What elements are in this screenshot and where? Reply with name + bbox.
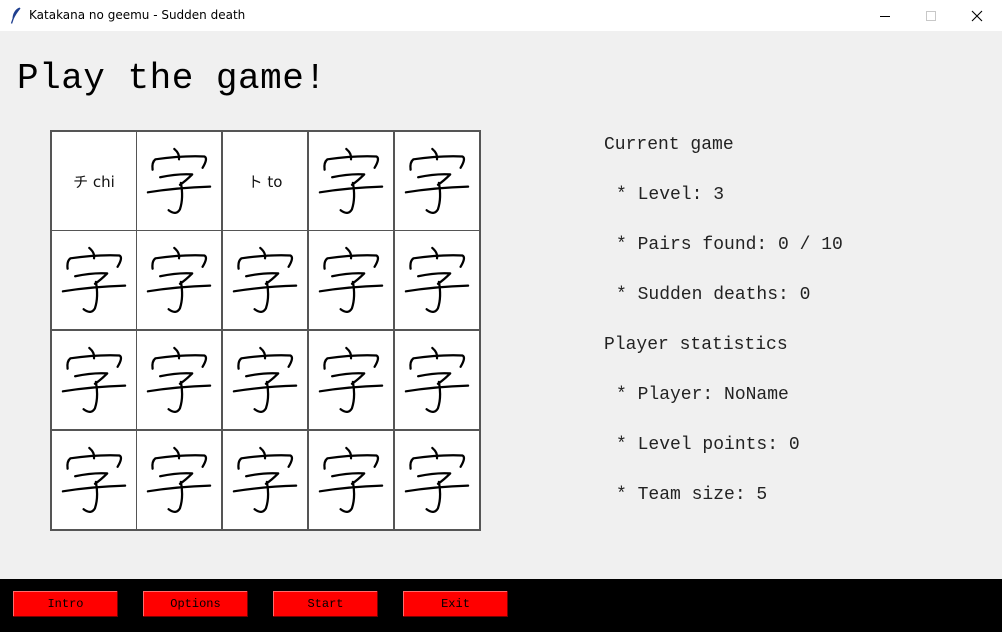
team-size-stat: * Team size: 5 <box>616 485 768 505</box>
hidden-card[interactable] <box>52 231 136 329</box>
intro-button[interactable]: Intro <box>13 591 118 617</box>
kanji-ji-icon <box>404 246 470 313</box>
kanji-ji-icon <box>61 246 127 313</box>
player-statistics-heading: Player statistics <box>604 335 788 355</box>
kanji-ji-icon <box>404 147 470 214</box>
kanji-ji-icon <box>404 346 470 413</box>
close-button[interactable] <box>954 0 1000 31</box>
maximize-button[interactable] <box>908 0 954 31</box>
hidden-card[interactable] <box>309 231 393 329</box>
sudden-deaths-stat: * Sudden deaths: 0 <box>616 285 811 305</box>
minimize-icon <box>880 16 890 17</box>
page-title: Play the game! <box>17 58 327 99</box>
hidden-card[interactable] <box>137 132 221 230</box>
level-stat: * Level: 3 <box>616 185 725 205</box>
exit-button[interactable]: Exit <box>403 591 508 617</box>
card-grid: チ chi ト to <box>50 130 481 531</box>
kanji-ji-icon <box>232 346 298 413</box>
start-button[interactable]: Start <box>273 591 378 617</box>
hidden-card[interactable] <box>223 431 307 529</box>
kanji-ji-icon <box>404 446 470 513</box>
maximize-icon <box>926 11 936 21</box>
card-label: ト to <box>247 172 283 191</box>
hidden-card[interactable] <box>309 132 393 230</box>
kanji-ji-icon <box>61 446 127 513</box>
player-stat: * Player: NoName <box>616 385 789 405</box>
kanji-ji-icon <box>318 446 384 513</box>
hidden-card[interactable] <box>137 331 221 429</box>
card-label: チ chi <box>73 172 115 191</box>
hidden-card[interactable] <box>52 431 136 529</box>
hidden-card[interactable] <box>223 331 307 429</box>
kanji-ji-icon <box>232 246 298 313</box>
kanji-ji-icon <box>61 346 127 413</box>
hidden-card[interactable] <box>395 431 479 529</box>
hidden-card[interactable] <box>137 231 221 329</box>
hidden-card[interactable] <box>137 431 221 529</box>
kanji-ji-icon <box>146 346 212 413</box>
level-points-stat: * Level points: 0 <box>616 435 800 455</box>
kanji-ji-icon <box>146 246 212 313</box>
hidden-card[interactable] <box>395 132 479 230</box>
kanji-ji-icon <box>318 246 384 313</box>
title-bar: Katakana no geemu - Sudden death <box>0 0 1002 31</box>
kanji-ji-icon <box>318 147 384 214</box>
kanji-ji-icon <box>318 346 384 413</box>
feather-icon <box>10 7 21 24</box>
close-icon <box>971 10 983 22</box>
options-button[interactable]: Options <box>143 591 248 617</box>
pairs-found-stat: * Pairs found: 0 / 10 <box>616 235 843 255</box>
hidden-card[interactable] <box>395 331 479 429</box>
revealed-card[interactable]: チ chi <box>52 132 136 230</box>
kanji-ji-icon <box>146 147 212 214</box>
window-title: Katakana no geemu - Sudden death <box>29 8 246 22</box>
revealed-card[interactable]: ト to <box>223 132 307 230</box>
bottom-toolbar: Intro Options Start Exit <box>0 579 1002 632</box>
hidden-card[interactable] <box>52 331 136 429</box>
kanji-ji-icon <box>146 446 212 513</box>
minimize-button[interactable] <box>862 0 908 31</box>
hidden-card[interactable] <box>223 231 307 329</box>
current-game-heading: Current game <box>604 135 734 155</box>
hidden-card[interactable] <box>309 431 393 529</box>
hidden-card[interactable] <box>395 231 479 329</box>
hidden-card[interactable] <box>309 331 393 429</box>
kanji-ji-icon <box>232 446 298 513</box>
